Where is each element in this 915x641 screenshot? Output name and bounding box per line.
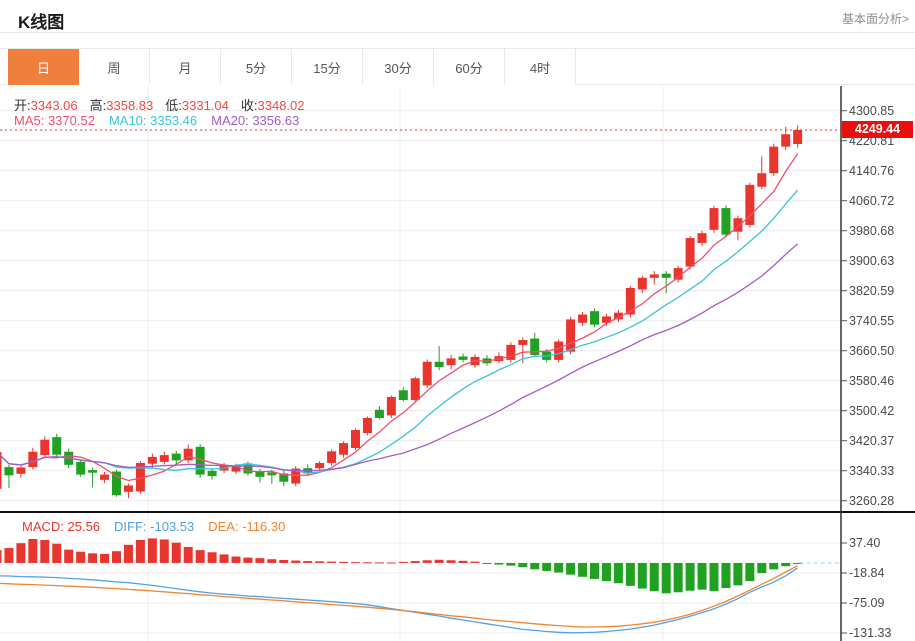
- header-divider: [0, 32, 915, 33]
- tab-60分[interactable]: 60分: [434, 49, 505, 85]
- ohlc-value: 3358.83: [106, 98, 154, 113]
- macd-axis-label: -131.33: [849, 626, 892, 640]
- ma-value: MA10: 3353.46: [108, 113, 198, 128]
- fundamental-analysis-link[interactable]: 基本面分析>: [842, 10, 909, 27]
- interval-tab-bar: 日周月 5分 15分 30分 60分 4时: [0, 48, 915, 85]
- tab-月[interactable]: 月: [150, 49, 221, 85]
- ohlc-label: 高:: [89, 98, 107, 113]
- ma-value: MA20: 3356.63: [211, 113, 300, 128]
- macd-readout: MACD: 25.56 DIFF: -103.53 DEA: -116.30: [22, 519, 299, 534]
- ma-readout: MA5: 3370.52 MA10: 3353.46 MA20: 3356.63: [14, 113, 313, 128]
- price-axis-label: 4060.72: [849, 193, 895, 208]
- ohlc-value: 3343.06: [30, 98, 78, 113]
- price-axis-label: 3900.63: [849, 253, 895, 268]
- price-axis-label: 3500.42: [849, 403, 895, 418]
- ohlc-label: 收:: [240, 98, 258, 113]
- ohlc-label: 开:: [14, 98, 31, 113]
- price-axis-label: 4140.76: [849, 163, 895, 178]
- ohlc-readout: 开:3343.06 高:3358.83 低:3331.04 收:3348.02: [14, 95, 317, 114]
- tab-日[interactable]: 日: [8, 49, 79, 85]
- macd-axis-label: 37.40: [849, 536, 881, 550]
- current-price-badge: 4249.44: [842, 121, 913, 138]
- price-axis-label: 3740.55: [849, 313, 895, 328]
- price-axis-label: 3340.33: [849, 463, 895, 478]
- tab-30分[interactable]: 30分: [363, 49, 434, 85]
- macd-value: DEA: -116.30: [208, 519, 286, 534]
- macd-value: MACD: 25.56: [22, 519, 101, 534]
- price-axis-label: 3820.59: [849, 283, 895, 298]
- macd-axis-label: -18.84: [849, 566, 885, 580]
- ohlc-value: 3331.04: [181, 98, 229, 113]
- tab-周[interactable]: 周: [79, 49, 150, 85]
- ma-value: MA5: 3370.52: [14, 113, 95, 128]
- macd-axis-label: -75.09: [849, 596, 885, 610]
- price-axis-label: 3260.28: [849, 493, 895, 508]
- price-axis-label: 4300.85: [849, 103, 895, 118]
- tab-15分[interactable]: 15分: [292, 49, 363, 85]
- kline-chart-canvas[interactable]: [0, 86, 915, 641]
- ohlc-label: 低:: [165, 98, 182, 113]
- tab-bar-items: 日周月 5分 15分 30分 60分 4时: [8, 49, 576, 85]
- page-title: K线图: [18, 13, 65, 32]
- price-axis-label: 3660.50: [849, 343, 895, 358]
- price-axis-label: 3980.68: [849, 223, 895, 238]
- macd-value: DIFF: -103.53: [114, 519, 195, 534]
- tab-4时[interactable]: 4时: [505, 49, 576, 85]
- ohlc-value: 3348.02: [257, 98, 305, 113]
- kline-page: K线图 基本面分析> 日周月 5分 15分 30分 60分 4时 开:3343.06 高:3…: [0, 0, 915, 641]
- tab-5分[interactable]: 5分: [221, 49, 292, 85]
- price-axis-label: 3420.37: [849, 433, 895, 448]
- price-axis-label: 3580.46: [849, 373, 895, 388]
